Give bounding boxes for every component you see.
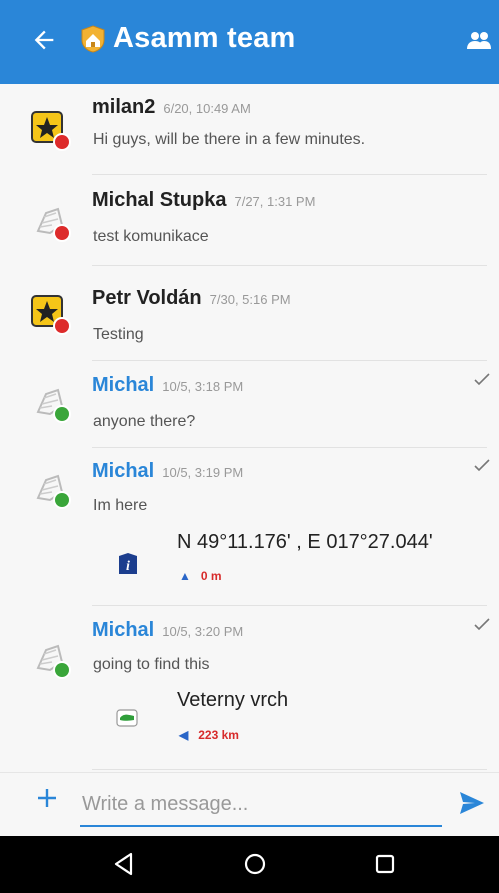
- message-item: Michal 10/5, 3:20 PM going to find this V…: [0, 606, 499, 772]
- message-time: 10/5, 3:18 PM: [162, 379, 244, 394]
- sender-name: Michal 10/5, 3:18 PM: [92, 374, 244, 396]
- svg-text:i: i: [126, 559, 130, 574]
- message-text: Im here: [93, 497, 148, 514]
- group-members-icon[interactable]: [466, 30, 492, 50]
- attachment-distance: ▲ 0 m: [179, 569, 222, 583]
- message-text: Hi guys, will be there in a few minutes.: [93, 131, 366, 148]
- sender-name: Petr Voldán 7/30, 5:16 PM: [92, 287, 291, 309]
- delivered-check-icon: [474, 373, 490, 386]
- user-avatar-default-icon: [36, 388, 71, 423]
- send-icon[interactable]: [459, 791, 485, 815]
- user-avatar-default-icon: [36, 474, 71, 509]
- message-input[interactable]: [80, 787, 442, 827]
- app-bar: Asamm team: [0, 0, 499, 84]
- nav-back-icon[interactable]: [111, 851, 137, 877]
- message-item: Michal Stupka 7/27, 1:31 PM test komunika…: [0, 175, 499, 266]
- back-arrow-icon[interactable]: [30, 26, 58, 54]
- user-avatar-default-icon: [36, 207, 71, 242]
- sender-name: milan2 6/20, 10:49 AM: [92, 96, 251, 118]
- map-point-icon: [116, 709, 138, 727]
- message-item: milan2 6/20, 10:49 AM Hi guys, will be th…: [0, 84, 499, 176]
- attachment-title: Veterny vrch: [177, 689, 289, 711]
- nav-recents-icon[interactable]: [372, 851, 398, 877]
- sender-name: Michal 10/5, 3:20 PM: [92, 619, 244, 641]
- message-composer: [0, 772, 499, 833]
- sender-name: Michal Stupka 7/27, 1:31 PM: [92, 189, 316, 211]
- message-text: anyone there?: [93, 413, 196, 430]
- divider: [92, 769, 487, 770]
- attachment-distance: ◀ 223 km: [179, 728, 239, 742]
- message-time: 7/30, 5:16 PM: [209, 292, 291, 307]
- delivered-check-icon: [474, 618, 490, 631]
- attachment-title: N 49°11.176' , E 017°27.044': [177, 531, 433, 553]
- message-text: test komunikace: [93, 228, 209, 245]
- user-avatar-star-icon: [31, 111, 71, 151]
- system-nav-bar: [0, 836, 499, 893]
- chat-title: Asamm team: [113, 22, 296, 54]
- add-attachment-icon[interactable]: [36, 787, 58, 809]
- direction-arrow-icon: ▲: [179, 569, 191, 583]
- user-avatar-star-icon: [31, 295, 71, 335]
- message-time: 7/27, 1:31 PM: [234, 194, 316, 209]
- nav-home-icon[interactable]: [242, 851, 268, 877]
- message-time: 10/5, 3:19 PM: [162, 465, 244, 480]
- info-point-icon: i: [119, 553, 137, 574]
- message-item: Michal 10/5, 3:18 PM anyone there?: [0, 360, 499, 450]
- team-logo-icon: [81, 25, 105, 53]
- message-text: Testing: [93, 326, 144, 343]
- message-time: 10/5, 3:20 PM: [162, 624, 244, 639]
- delivered-check-icon: [474, 459, 490, 472]
- user-avatar-default-icon: [36, 644, 71, 679]
- message-item: Petr Voldán 7/30, 5:16 PM Testing: [0, 266, 499, 361]
- message-time: 6/20, 10:49 AM: [163, 101, 251, 116]
- message-text: going to find this: [93, 656, 210, 673]
- direction-arrow-icon: ◀: [179, 728, 189, 742]
- message-list[interactable]: milan2 6/20, 10:49 AM Hi guys, will be th…: [0, 84, 499, 772]
- sender-name: Michal 10/5, 3:19 PM: [92, 460, 244, 482]
- message-item: Michal 10/5, 3:19 PM Im here i N 49°11.17…: [0, 448, 499, 608]
